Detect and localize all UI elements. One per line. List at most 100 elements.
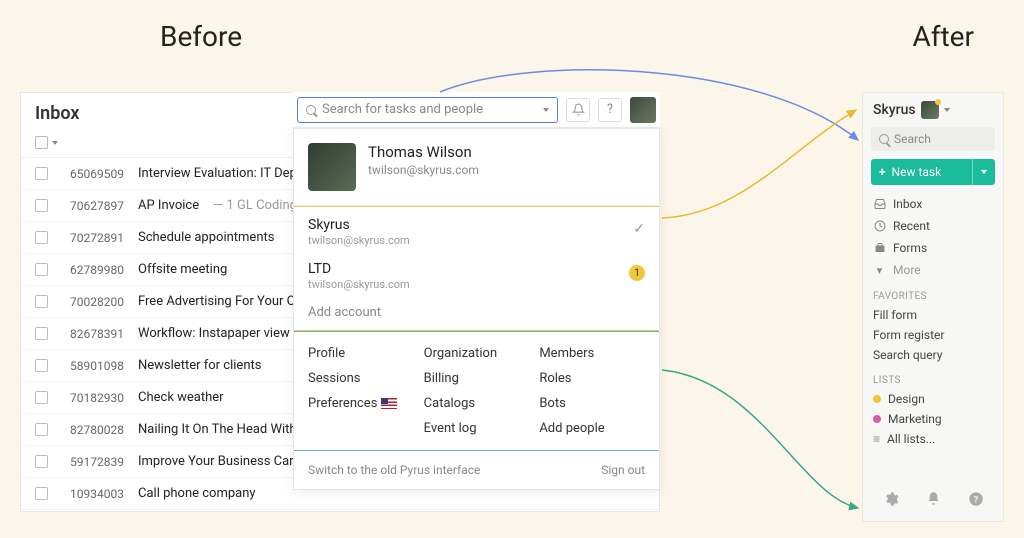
chevron-down-icon[interactable] [52,141,58,145]
task-checkbox[interactable] [35,231,48,244]
task-title: Check weather [138,390,224,405]
lists-heading: LISTS [863,365,1003,389]
check-icon: ✓ [633,221,645,237]
search-icon [879,134,889,144]
account-item[interactable]: Skyrus twilson@skyrus.com ✓ [294,207,659,251]
account-name: LTD [308,261,645,277]
account-email: twilson@skyrus.com [308,234,645,247]
user-email: twilson@skyrus.com [368,163,479,177]
new-task-button[interactable]: + New task [871,159,995,185]
account-item[interactable]: LTD twilson@skyrus.com 1 [294,251,659,295]
favorites-heading: FAVORITES [863,281,1003,305]
eventlog-link[interactable]: Event log [424,421,477,436]
profile-link[interactable]: Profile [308,346,345,361]
task-checkbox[interactable] [35,423,48,436]
nav-label: Inbox [893,197,922,211]
task-checkbox[interactable] [35,455,48,468]
org-name: Skyrus [873,102,916,118]
task-id: 82780028 [62,423,124,437]
all-lists-link[interactable]: ≡ All lists... [863,429,1003,449]
task-checkbox[interactable] [35,487,48,500]
catalogs-link[interactable]: Catalogs [424,396,475,411]
help-icon[interactable]: ? [968,491,984,511]
signout-link[interactable]: Sign out [601,463,645,477]
task-checkbox[interactable] [35,263,48,276]
nav-forms[interactable]: Forms [871,237,995,259]
settings-grid: Profile Sessions Preferences Organizatio… [294,331,659,451]
search-input[interactable]: Search for tasks and people [297,97,558,123]
preferences-link[interactable]: Preferences [308,396,397,411]
nav-more[interactable]: ▾ More [871,259,995,281]
task-id: 82678391 [62,327,124,341]
task-id: 70028200 [62,295,124,309]
list-icon: ≡ [873,432,880,446]
account-name: Skyrus [308,217,645,233]
new-task-dropdown[interactable] [972,159,995,185]
list-item[interactable]: Design [863,389,1003,409]
task-title: Schedule appointments [138,230,274,245]
switch-interface-link[interactable]: Switch to the old Pyrus interface [308,463,480,477]
bell-icon[interactable] [926,491,941,511]
addpeople-link[interactable]: Add people [539,421,604,436]
avatar[interactable] [630,97,656,123]
task-id: 65069509 [62,167,124,181]
nav-inbox[interactable]: Inbox [871,193,995,215]
after-panel: Skyrus Search + New task Inbox Recent Fo… [862,92,1004,522]
task-id: 62789980 [62,263,124,277]
add-account-link[interactable]: Add account [294,295,659,330]
topbar: Search for tasks and people ? [293,92,660,128]
task-title: AP Invoice [138,198,199,213]
bell-icon[interactable] [566,98,590,122]
task-checkbox[interactable] [35,295,48,308]
task-subtitle: — 1 GL Coding [213,198,297,213]
chevron-down-icon [944,108,950,112]
task-checkbox[interactable] [35,391,48,404]
chevron-down-icon [981,170,987,174]
select-all-checkbox[interactable] [35,136,48,149]
task-checkbox[interactable] [35,327,48,340]
dropdown-footer: Switch to the old Pyrus interface Sign o… [294,451,659,489]
search-placeholder: Search for tasks and people [322,102,483,117]
members-link[interactable]: Members [539,346,594,361]
organization-link[interactable]: Organization [424,346,497,361]
search-placeholder: Search [894,132,931,146]
task-checkbox[interactable] [35,167,48,180]
list-item[interactable]: Marketing [863,409,1003,429]
org-switcher[interactable]: Skyrus [863,93,1003,127]
user-name: Thomas Wilson [368,143,479,161]
after-label: After [913,20,975,53]
task-checkbox[interactable] [35,359,48,372]
primary-nav: Inbox Recent Forms ▾ More [863,193,1003,281]
inbox-icon [873,198,886,211]
bots-link[interactable]: Bots [539,396,565,411]
favorite-item[interactable]: Search query [863,345,1003,365]
chevron-down-icon[interactable] [543,108,549,112]
svg-text:?: ? [973,494,978,505]
gear-icon[interactable] [883,491,899,511]
task-title: Newsletter for clients [138,358,261,373]
billing-link[interactable]: Billing [424,371,459,386]
flag-icon [381,398,397,409]
nav-label: More [893,263,921,277]
task-checkbox[interactable] [35,199,48,212]
favorite-item[interactable]: Fill form [863,305,1003,325]
caret-icon: ▾ [873,264,886,277]
avatar [921,101,939,119]
nav-recent[interactable]: Recent [871,215,995,237]
roles-link[interactable]: Roles [539,371,571,386]
task-id: 70627897 [62,199,124,213]
sessions-link[interactable]: Sessions [308,371,361,386]
search-icon [306,105,316,115]
accounts-section: Skyrus twilson@skyrus.com ✓ LTD twilson@… [294,206,659,331]
search-input[interactable]: Search [871,127,995,151]
favorite-item[interactable]: Form register [863,325,1003,345]
help-icon[interactable]: ? [598,98,622,122]
task-id: 70272891 [62,231,124,245]
plus-icon: + [871,165,892,179]
task-title: Offsite meeting [138,262,227,277]
task-title: Call phone company [138,486,256,501]
dropdown-user-section: Thomas Wilson twilson@skyrus.com [294,129,659,206]
avatar [308,143,356,191]
account-email: twilson@skyrus.com [308,278,645,291]
nav-label: Forms [893,241,927,255]
